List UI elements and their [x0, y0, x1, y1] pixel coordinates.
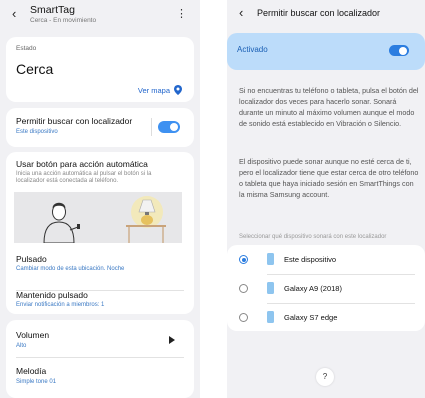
help-icon[interactable]: ? — [316, 368, 334, 386]
volume-subtitle: Alto — [16, 343, 27, 349]
device-list: Este dispositivo Galaxy A9 (2018) Galaxy… — [227, 245, 425, 331]
divider — [16, 357, 184, 358]
status-value: Cerca — [16, 61, 54, 77]
more-options-icon[interactable]: ⋮ — [176, 7, 187, 20]
volume-title[interactable]: Volumen — [16, 330, 49, 340]
auto-action-illustration — [14, 192, 182, 243]
device-name: Este dispositivo — [284, 255, 337, 264]
toggle-knob — [170, 123, 178, 131]
melody-title[interactable]: Melodía — [16, 366, 46, 376]
play-icon[interactable] — [169, 336, 175, 344]
sound-card: Volumen Alto Melodía Simple tone 01 — [6, 320, 194, 398]
device-option-s7[interactable]: Galaxy S7 edge — [227, 304, 425, 331]
locator-permission-screen: ‹ Permitir buscar con localizador Activa… — [227, 0, 425, 398]
device-name: Galaxy S7 edge — [284, 313, 338, 322]
status-card: Estado Cerca Ver mapa — [6, 37, 194, 102]
pressed-subtitle: Cambiar modo de esta ubicación. Noche — [16, 266, 125, 272]
status-label: Estado — [16, 45, 37, 52]
phone-icon — [267, 282, 274, 294]
pressed-title[interactable]: Pulsado — [16, 254, 47, 264]
device-option-a9[interactable]: Galaxy A9 (2018) — [227, 275, 425, 303]
locator-title: Permitir buscar con localizador — [16, 116, 133, 126]
app-title: SmartTag — [30, 4, 75, 16]
location-pin-icon[interactable] — [174, 85, 182, 95]
info-paragraph-2: El dispositivo puede sonar aunque no est… — [239, 157, 419, 199]
back-icon[interactable]: ‹ — [12, 6, 16, 21]
locator-card[interactable]: Permitir buscar con localizador Este dis… — [6, 108, 194, 147]
auto-action-description: Inicia una acción automática al pulsar e… — [16, 171, 152, 184]
person-lamp-illustration — [14, 192, 182, 243]
screen-title: Permitir buscar con localizador — [257, 8, 381, 18]
melody-subtitle: Simple tone 01 — [16, 379, 57, 385]
back-icon[interactable]: ‹ — [239, 5, 243, 20]
activated-banner[interactable]: Activado — [227, 33, 425, 70]
radio-selected[interactable] — [239, 255, 248, 264]
held-title[interactable]: Mantenido pulsado — [16, 290, 88, 300]
info-paragraph-1: Si no encuentras tu teléfono o tableta, … — [239, 86, 419, 128]
radio-unselected[interactable] — [239, 313, 248, 322]
device-name: Galaxy A9 (2018) — [284, 284, 342, 293]
view-map-link[interactable]: Ver mapa — [138, 86, 170, 95]
locator-subtitle: Este dispositivo — [16, 129, 58, 135]
auto-action-title: Usar botón para acción automática — [16, 159, 148, 169]
activated-toggle[interactable] — [389, 45, 409, 56]
locator-toggle[interactable] — [158, 121, 180, 133]
smarttag-settings-screen: ‹ SmartTag Cerca - En movimiento ⋮ Estad… — [0, 0, 200, 398]
phone-icon — [267, 311, 274, 323]
divider — [151, 118, 152, 136]
select-device-label: Seleccionar qué dispositivo sonará con e… — [239, 234, 387, 240]
device-option-this[interactable]: Este dispositivo — [227, 245, 425, 273]
top-bar: ‹ SmartTag Cerca - En movimiento ⋮ — [0, 0, 200, 30]
activated-label: Activado — [237, 45, 268, 54]
radio-unselected[interactable] — [239, 284, 248, 293]
phone-icon — [267, 253, 274, 265]
toggle-knob — [399, 46, 407, 55]
app-subtitle: Cerca - En movimiento — [30, 17, 97, 24]
held-subtitle: Enviar notificación a miembros: 1 — [16, 302, 105, 308]
